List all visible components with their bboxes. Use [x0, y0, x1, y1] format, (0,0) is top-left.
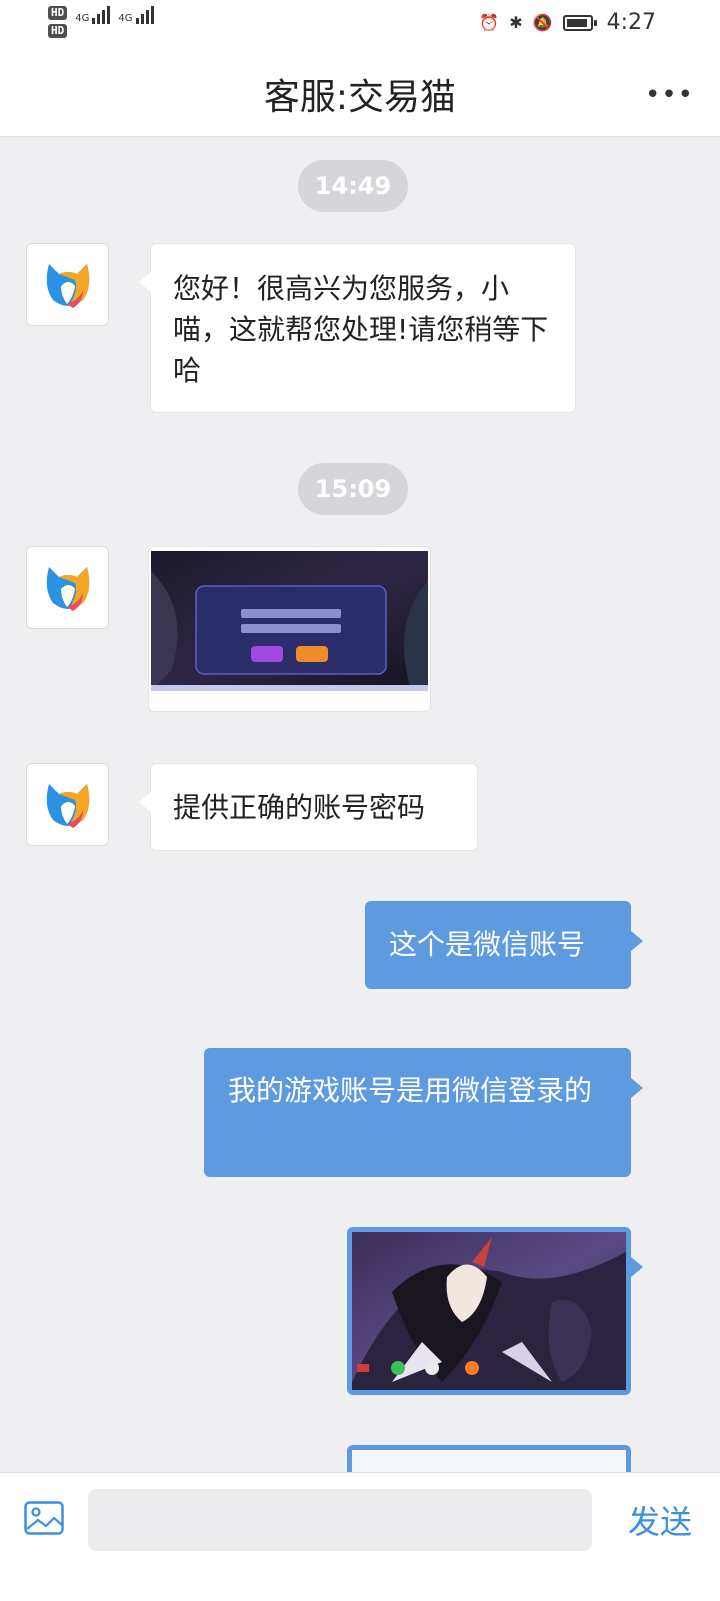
send-button[interactable]: 发送: [628, 1497, 692, 1543]
cat-logo-icon: [46, 783, 89, 828]
message-text: 这个是微信账号: [389, 928, 586, 961]
status-left: HD HD 4G 4G: [48, 6, 154, 38]
clock: 4:27: [606, 10, 656, 35]
input-bar: 发送: [0, 1472, 720, 1601]
message-bubble-outgoing: 这个是微信账号: [365, 901, 643, 989]
timestamp: 14:49: [298, 160, 408, 212]
image-picker-icon[interactable]: [24, 1501, 64, 1535]
cat-logo-icon: [46, 566, 89, 611]
message-bubble-outgoing: 我的游戏账号是用微信登录的: [204, 1048, 643, 1177]
message-input[interactable]: [88, 1489, 592, 1551]
status-bar: HD HD 4G 4G ⏰ ✱ 🔕 4:27: [0, 0, 720, 50]
more-options-button[interactable]: •••: [645, 80, 694, 110]
message-bubble-incoming: 提供正确的账号密码: [139, 763, 478, 851]
message-text: 我的游戏账号是用微信登录的: [228, 1074, 593, 1107]
status-right: ⏰ ✱ 🔕 4:27: [479, 10, 656, 35]
network-label-2: 4G: [118, 13, 133, 24]
message-text: 提供正确的账号密码: [173, 791, 426, 824]
message-text: 您好！很高兴为您服务，小喵，这就帮您处理!请您稍等下哈: [173, 272, 549, 387]
avatar[interactable]: [26, 763, 109, 846]
image-message-outgoing[interactable]: [347, 1227, 643, 1395]
game-screenshot-image: [352, 1232, 626, 1390]
signal-icon: 4G: [118, 6, 154, 24]
hd-badge-1: HD: [48, 6, 68, 20]
signal-icon: 4G: [75, 6, 111, 24]
bluetooth-icon: ✱: [509, 13, 523, 32]
timestamp: 15:09: [298, 463, 408, 515]
login-screenshot-image: [151, 551, 428, 691]
mute-icon: 🔕: [532, 13, 553, 32]
hd-indicators: HD HD: [48, 6, 68, 38]
cat-logo-icon: [46, 263, 89, 308]
message-bubble-incoming: 您好！很高兴为您服务，小喵，这就帮您处理!请您稍等下哈: [139, 243, 576, 413]
network-label-1: 4G: [75, 13, 90, 24]
hd-badge-2: HD: [48, 24, 68, 38]
avatar[interactable]: [26, 243, 109, 326]
avatar[interactable]: [26, 546, 109, 629]
alarm-icon: ⏰: [479, 13, 500, 32]
page-title: 客服:交易猫: [263, 77, 457, 118]
image-message-incoming[interactable]: [148, 546, 431, 712]
title-bar: 客服:交易猫 •••: [0, 50, 720, 137]
battery-icon: [562, 14, 597, 31]
